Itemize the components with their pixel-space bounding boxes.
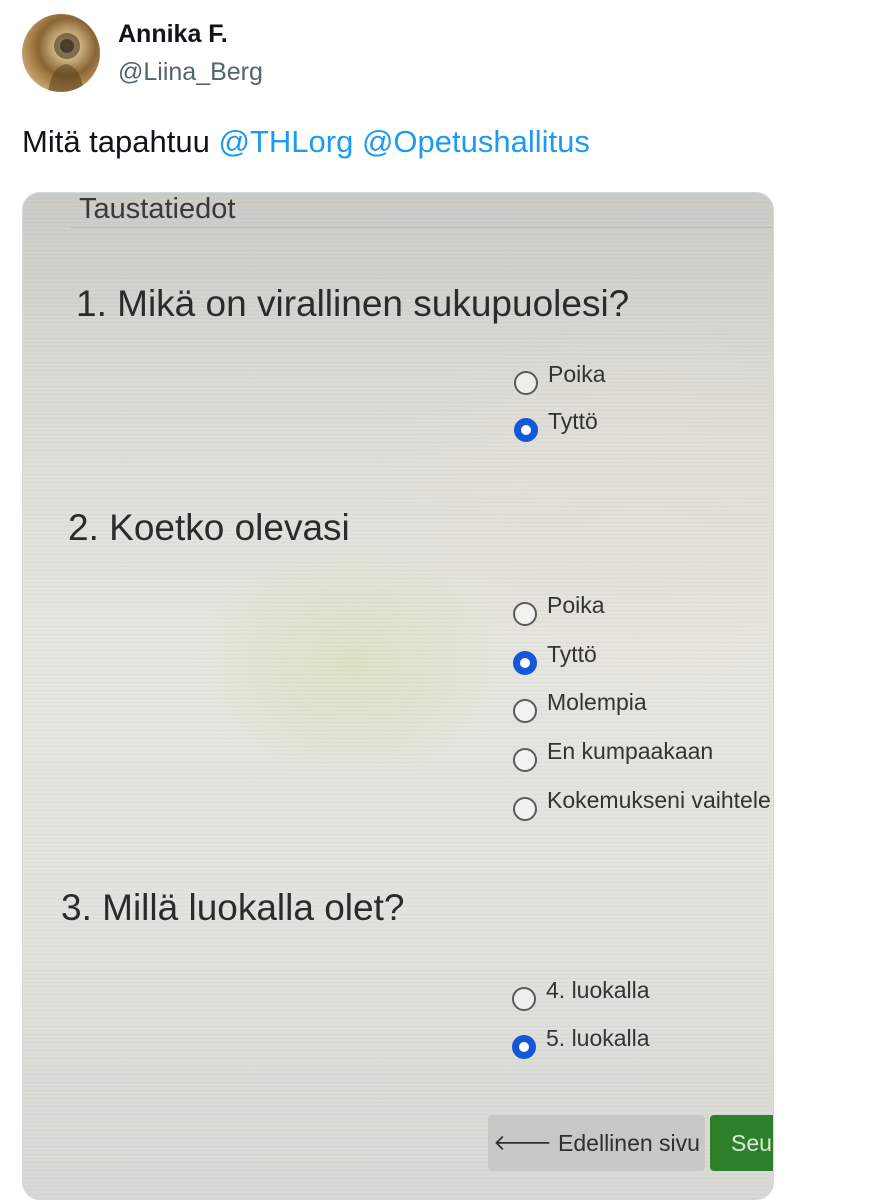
- tweet-text: Mitä tapahtuu @THLorg @Opetushallitus: [22, 124, 590, 160]
- q2-option-poika[interactable]: Poika: [513, 592, 605, 627]
- q1-option-tytto[interactable]: Tyttö: [514, 408, 598, 443]
- author-name[interactable]: Annika F.: [118, 20, 228, 49]
- question-3-title: 3. Millä luokalla olet?: [61, 887, 405, 928]
- previous-page-label: Edellinen sivu: [558, 1129, 700, 1156]
- radio-button-selected[interactable]: [514, 417, 538, 442]
- q3-option-5-luokalla[interactable]: 5. luokalla: [512, 1025, 650, 1060]
- section-title: Taustatiedot: [79, 193, 236, 225]
- avatar[interactable]: [22, 14, 100, 92]
- option-label: Kokemukseni vaihtele: [547, 787, 771, 813]
- q2-option-en-kumpaakaan[interactable]: En kumpaakaan: [513, 738, 713, 773]
- tweet-text-prefix: Mitä tapahtuu: [22, 124, 219, 159]
- question-1-title: 1. Mikä on virallinen sukupuolesi?: [76, 283, 630, 324]
- radio-button[interactable]: [513, 698, 537, 723]
- radio-button-selected[interactable]: [512, 1034, 536, 1059]
- q2-option-tytto[interactable]: Tyttö: [513, 641, 597, 676]
- option-label: 4. luokalla: [546, 977, 650, 1003]
- q2-option-molempia[interactable]: Molempia: [513, 689, 647, 724]
- option-label: En kumpaakaan: [547, 738, 714, 764]
- radio-button[interactable]: [513, 601, 537, 626]
- next-page-button[interactable]: Seu: [710, 1115, 773, 1171]
- author-handle[interactable]: @Liina_Berg: [118, 58, 263, 87]
- option-label: Poika: [548, 361, 606, 387]
- option-label: Tyttö: [548, 408, 598, 434]
- option-label: Poika: [547, 592, 605, 618]
- mention-opetushallitus[interactable]: @Opetushallitus: [362, 124, 590, 159]
- radio-button-selected[interactable]: [513, 650, 537, 675]
- radio-button[interactable]: [513, 796, 537, 821]
- question-2-title: 2. Koetko olevasi: [68, 507, 350, 548]
- q3-option-4-luokalla[interactable]: 4. luokalla: [512, 977, 650, 1012]
- option-label: Tyttö: [547, 641, 597, 667]
- avatar-image: [48, 33, 84, 92]
- option-label: Molempia: [547, 689, 647, 715]
- radio-button[interactable]: [514, 370, 538, 395]
- section-divider: [71, 227, 773, 228]
- attached-photo[interactable]: Taustatiedot 1. Mikä on virallinen sukup…: [22, 192, 774, 1200]
- option-label: 5. luokalla: [546, 1025, 650, 1051]
- q1-option-poika[interactable]: Poika: [514, 361, 606, 396]
- arrow-left-icon: 🡐: [493, 1130, 553, 1155]
- radio-button[interactable]: [513, 747, 537, 772]
- previous-page-button[interactable]: 🡐 Edellinen sivu: [488, 1115, 705, 1171]
- next-page-label: Seu: [731, 1129, 772, 1156]
- tweet: Annika F. @Liina_Berg Mitä tapahtuu @THL…: [0, 0, 877, 1200]
- q2-option-kokemukseni-vaihtelee[interactable]: Kokemukseni vaihtele: [513, 787, 771, 822]
- mention-thlorg[interactable]: @THLorg: [218, 124, 353, 159]
- radio-button[interactable]: [512, 986, 536, 1011]
